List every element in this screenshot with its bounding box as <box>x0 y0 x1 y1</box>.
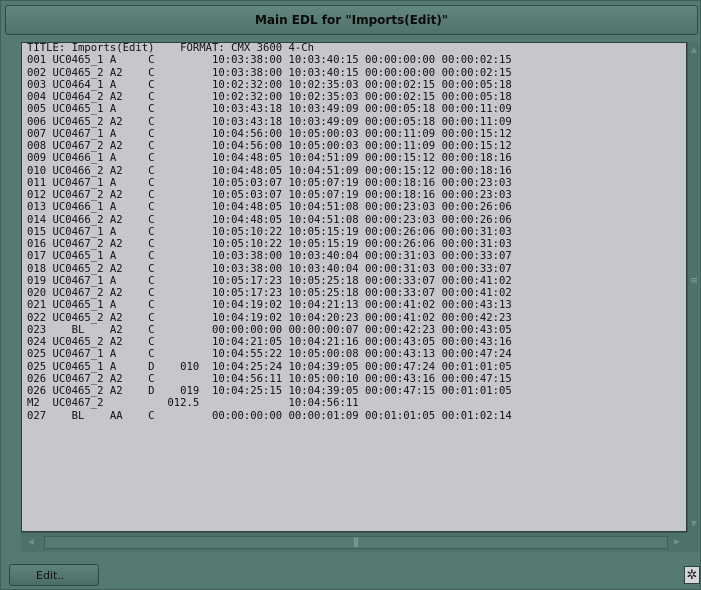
vertical-scroll-grip-icon[interactable]: ≡ <box>689 277 699 293</box>
edl-lines: TITLE: Imports(Edit) FORMAT: CMX 3600 4-… <box>27 42 512 422</box>
edl-header-line: TITLE: Imports(Edit) FORMAT: CMX 3600 4-… <box>27 42 315 54</box>
edl-event-line: 024 UC0465_2 A2 C 10:04:21:05 10:04:21:1… <box>27 336 512 348</box>
edl-event-line: 016 UC0467_2 A2 C 10:05:10:22 10:05:15:1… <box>27 238 512 250</box>
edl-event-line: 019 UC0467_1 A C 10:05:17:23 10:05:25:18… <box>27 274 512 287</box>
edl-text-view[interactable]: TITLE: Imports(Edit) FORMAT: CMX 3600 4-… <box>21 42 687 532</box>
edl-event-line: 013 UC0466_1 A C 10:04:48:05 10:04:51:08… <box>27 201 512 214</box>
scrollbar-corner <box>687 532 699 552</box>
edl-event-line: 015 UC0467_1 A C 10:05:10:22 10:05:15:19… <box>27 225 512 238</box>
edl-event-line: 003 UC0464_1 A C 10:02:32:00 10:02:35:03… <box>27 78 512 91</box>
edl-event-line: 022 UC0465_2 A2 C 10:04:19:02 10:04:20:2… <box>27 311 512 324</box>
edl-event-line: 025 UC0467_1 A C 10:04:55:22 10:05:00:08… <box>27 348 512 361</box>
edl-event-line: 001 UC0465_1 A C 10:03:38:00 10:03:40:15… <box>27 54 512 67</box>
edl-event-line: 026 UC0465_2 A2 D 019 10:04:25:15 10:04:… <box>27 385 512 397</box>
scroll-down-icon[interactable]: ▼ <box>689 518 699 530</box>
window-title: Main EDL for "Imports(Edit)" <box>254 13 449 27</box>
horizontal-scroll-grip-icon[interactable]: ||| <box>348 537 362 549</box>
edl-window: Main EDL for "Imports(Edit)" TITLE: Impo… <box>0 0 701 590</box>
edl-event-line: 002 UC0465_2 A2 C 10:03:38:00 10:03:40:1… <box>27 66 512 79</box>
edl-event-line: 026 UC0467_2 A2 C 10:04:56:11 10:05:00:1… <box>27 372 512 385</box>
title-bar[interactable]: Main EDL for "Imports(Edit)" <box>5 5 698 35</box>
edl-event-line: 014 UC0466_2 A2 C 10:04:48:05 10:04:51:0… <box>27 213 512 226</box>
edl-event-line: 005 UC0465_1 A C 10:03:43:18 10:03:49:09… <box>27 103 512 116</box>
edl-event-line: 012 UC0467_2 A2 C 10:05:03:07 10:05:07:1… <box>27 189 512 201</box>
edl-event-line: 006 UC0465_2 A2 C 10:03:43:18 10:03:49:0… <box>27 115 512 128</box>
edl-event-line: 018 UC0465_2 A2 C 10:03:38:00 10:03:40:0… <box>27 262 512 275</box>
vertical-scrollbar[interactable]: ▲ ≡ ▼ <box>687 42 699 532</box>
edit-button[interactable]: Edit.. <box>9 564 99 586</box>
edl-event-line: 023 BL A2 C 00:00:00:00 00:00:00:07 00:0… <box>27 323 512 336</box>
edl-event-line: 009 UC0466_1 A C 10:04:48:05 10:04:51:09… <box>27 152 512 165</box>
edl-event-line: 025 UC0465_1 A D 010 10:04:25:24 10:04:3… <box>27 360 512 373</box>
scroll-left-icon[interactable]: ◀ <box>24 535 38 549</box>
edl-event-line: 021 UC0465_1 A C 10:04:19:02 10:04:21:13… <box>27 299 512 312</box>
asterisk-icon[interactable]: ✲ <box>684 566 700 584</box>
edl-event-line: 020 UC0467_2 A2 C 10:05:17:23 10:05:25:1… <box>27 287 512 299</box>
scroll-up-icon[interactable]: ▲ <box>689 44 699 56</box>
edl-event-line: 010 UC0466_2 A2 C 10:04:48:05 10:04:51:0… <box>27 164 512 177</box>
edl-event-line: 007 UC0467_1 A C 10:04:56:00 10:05:00:03… <box>27 127 512 140</box>
horizontal-scrollbar[interactable]: ◀ ||| ▶ <box>21 532 687 552</box>
edl-event-line: 027 BL AA C 00:00:00:00 00:00:01:09 00:0… <box>27 409 512 422</box>
edl-event-line: M2 UC0467_2 012.5 10:04:56:11 <box>27 397 359 410</box>
edl-event-line: 017 UC0465_1 A C 10:03:38:00 10:03:40:04… <box>27 250 512 263</box>
scroll-right-icon[interactable]: ▶ <box>670 535 684 549</box>
edl-event-line: 004 UC0464_2 A2 C 10:02:32:00 10:02:35:0… <box>27 91 512 103</box>
edl-event-line: 011 UC0467_1 A C 10:05:03:07 10:05:07:19… <box>27 176 512 189</box>
edl-event-line: 008 UC0467_2 A2 C 10:04:56:00 10:05:00:0… <box>27 140 512 152</box>
